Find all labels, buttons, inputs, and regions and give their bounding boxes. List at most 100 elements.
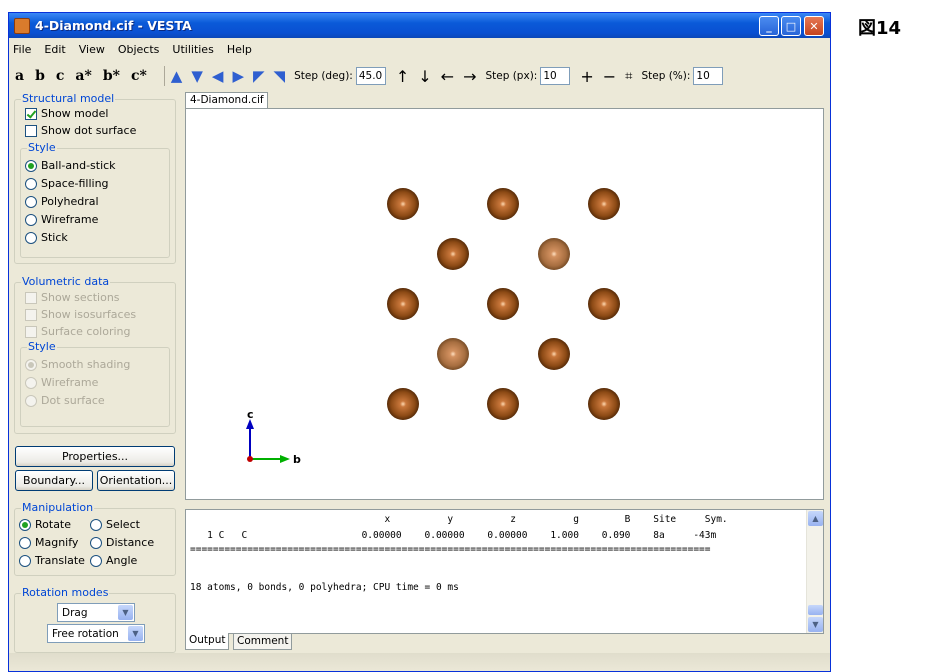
axis-c-label: c [247, 409, 254, 421]
toolbar-separator [163, 66, 165, 86]
vesta-window: 4-Diamond.cif - VESTA _ □ ✕ File Edit Vi… [8, 12, 831, 672]
rotate-left-icon[interactable]: ◀ [212, 67, 224, 85]
rotate-radio[interactable]: Rotate [19, 518, 71, 531]
atom[interactable] [387, 188, 419, 220]
atom[interactable] [588, 288, 620, 320]
style-wireframe-radio[interactable]: Wireframe [25, 213, 98, 226]
orientation-button[interactable]: Orientation... [97, 470, 175, 491]
view-b-button[interactable]: b [35, 68, 45, 84]
view-c-star-button[interactable]: c* [131, 68, 147, 84]
left-panel: Structural model Show model Show dot sur… [9, 91, 181, 653]
minimize-button[interactable]: _ [759, 16, 779, 36]
model-style-legend: Style [27, 141, 57, 154]
step-px-input[interactable]: 10 [540, 67, 571, 85]
close-button[interactable]: ✕ [804, 16, 824, 36]
boundary-button[interactable]: Boundary... [15, 470, 93, 491]
distance-radio[interactable]: Distance [90, 536, 154, 549]
style-ball-and-stick-radio[interactable]: Ball-and-stick [25, 159, 116, 172]
translate-down-icon[interactable]: ↓ [418, 67, 431, 86]
translate-right-icon[interactable]: → [463, 67, 476, 86]
manipulation-group: Manipulation Rotate Select Magnify Dista… [14, 501, 176, 576]
fit-to-screen-icon[interactable]: ⌗ [625, 69, 632, 84]
atom[interactable] [487, 388, 519, 420]
atom[interactable] [387, 288, 419, 320]
scroll-up-icon[interactable]: ▲ [808, 511, 823, 526]
check-icon [25, 107, 37, 120]
view-a-button[interactable]: a [15, 68, 24, 84]
rotation-mode-select[interactable]: Free rotation ▼ [47, 624, 145, 643]
translate-up-icon[interactable]: ↑ [396, 67, 409, 86]
tab-structure-file[interactable]: 4-Diamond.cif [185, 92, 268, 108]
figure-heading: 図14 [858, 18, 902, 39]
atom[interactable] [487, 288, 519, 320]
menu-help[interactable]: Help [227, 43, 252, 56]
rotation-modes-legend: Rotation modes [21, 586, 110, 599]
style-stick-radio[interactable]: Stick [25, 231, 68, 244]
output-summary: 18 atoms, 0 bonds, 0 polyhedra; CPU time… [190, 582, 459, 593]
close-icon: ✕ [809, 19, 819, 33]
angle-radio[interactable]: Angle [90, 554, 137, 567]
show-sections-checkbox[interactable]: Show sections [25, 291, 120, 304]
rotate-cw-icon[interactable]: ◥ [274, 67, 286, 85]
menu-objects[interactable]: Objects [118, 43, 160, 56]
show-dot-surface-checkbox[interactable]: Show dot surface [25, 124, 136, 137]
output-separator: ========================================… [190, 544, 711, 555]
rotate-right-icon[interactable]: ▶ [232, 67, 244, 85]
output-scrollbar[interactable]: ▲ ▼ [806, 510, 823, 633]
status-bar [9, 653, 830, 671]
scroll-down-icon[interactable]: ▼ [808, 617, 823, 632]
view-a-star-button[interactable]: a* [75, 68, 91, 84]
style-space-filling-radio[interactable]: Space-filling [25, 177, 109, 190]
scroll-thumb[interactable] [808, 605, 823, 615]
volumetric-data-group: Volumetric data Show sections Show isosu… [14, 275, 176, 434]
atom[interactable] [538, 338, 570, 370]
vesta-app-icon [14, 17, 30, 34]
atom[interactable] [487, 188, 519, 220]
view-c-button[interactable]: c [56, 68, 65, 84]
window-title: 4-Diamond.cif - VESTA [35, 18, 192, 33]
manipulation-legend: Manipulation [21, 501, 95, 514]
rotate-down-icon[interactable]: ▼ [191, 67, 203, 85]
translate-left-icon[interactable]: ← [441, 67, 454, 86]
style-polyhedral-radio[interactable]: Polyhedral [25, 195, 99, 208]
atom[interactable] [588, 188, 620, 220]
structure-viewport[interactable]: c b [185, 108, 824, 500]
chevron-down-icon: ▼ [128, 626, 143, 641]
rotate-ccw-icon[interactable]: ◤ [253, 67, 265, 85]
tab-output[interactable]: Output [185, 633, 230, 650]
title-bar[interactable]: 4-Diamond.cif - VESTA _ □ ✕ [9, 13, 830, 38]
show-model-checkbox[interactable]: Show model [25, 107, 108, 120]
atom[interactable] [588, 388, 620, 420]
properties-button[interactable]: Properties... [15, 446, 175, 467]
surface-coloring-checkbox[interactable]: Surface coloring [25, 325, 131, 338]
zoom-out-icon[interactable]: − [603, 67, 616, 86]
maximize-button[interactable]: □ [781, 16, 801, 36]
atom[interactable] [538, 238, 570, 270]
rotate-up-icon[interactable]: ▲ [171, 67, 183, 85]
magnify-radio[interactable]: Magnify [19, 536, 78, 549]
style-vol-wireframe-radio[interactable]: Wireframe [25, 376, 98, 389]
view-b-star-button[interactable]: b* [103, 68, 120, 84]
menu-view[interactable]: View [79, 43, 105, 56]
style-dot-surface-radio[interactable]: Dot surface [25, 394, 105, 407]
zoom-in-icon[interactable]: + [580, 67, 593, 86]
output-atom-row: 1 C C 0.00000 0.00000 0.00000 1.000 0.09… [190, 530, 717, 541]
menu-utilities[interactable]: Utilities [172, 43, 213, 56]
atom[interactable] [437, 338, 469, 370]
translate-radio[interactable]: Translate [19, 554, 85, 567]
drag-select[interactable]: Drag ▼ [57, 603, 135, 622]
show-isosurfaces-checkbox[interactable]: Show isosurfaces [25, 308, 136, 321]
menu-bar: File Edit View Objects Utilities Help [9, 39, 830, 59]
tab-comment[interactable]: Comment [233, 633, 293, 650]
atom[interactable] [437, 238, 469, 270]
output-panel[interactable]: x y z g B Site Sym. 1 C C 0.00000 0.0000… [185, 509, 824, 634]
select-radio[interactable]: Select [90, 518, 140, 531]
menu-edit[interactable]: Edit [44, 43, 65, 56]
style-smooth-shading-radio[interactable]: Smooth shading [25, 358, 130, 371]
structural-model-legend: Structural model [21, 92, 116, 105]
rotation-modes-group: Rotation modes Drag ▼ Free rotation ▼ [14, 586, 176, 653]
atom[interactable] [387, 388, 419, 420]
menu-file[interactable]: File [13, 43, 31, 56]
step-deg-input[interactable]: 45.0 [355, 67, 386, 85]
step-pct-input[interactable]: 10 [693, 67, 724, 85]
